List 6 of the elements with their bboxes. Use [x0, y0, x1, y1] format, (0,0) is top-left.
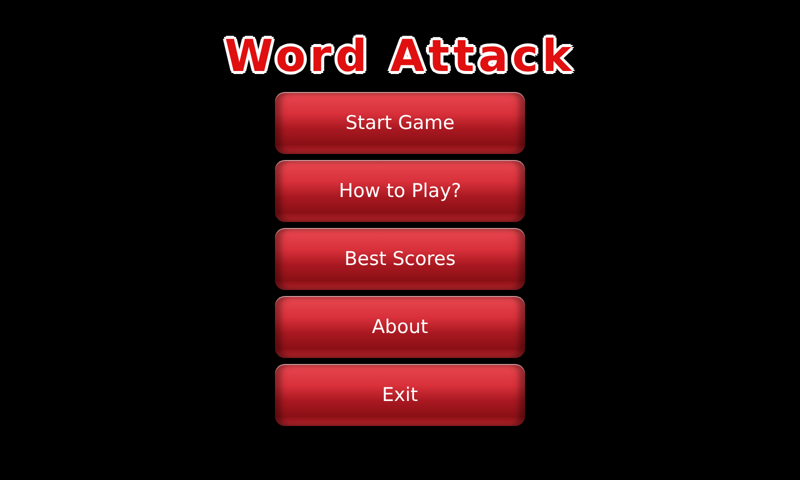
menu-button[interactable]: About: [275, 296, 525, 358]
menu-button[interactable]: How to Play?: [275, 160, 525, 222]
menu-button[interactable]: Best Scores: [275, 228, 525, 290]
menu-button[interactable]: Start Game: [275, 92, 525, 154]
menu-button[interactable]: Exit: [275, 364, 525, 426]
game-title: Word Attack: [224, 30, 576, 84]
